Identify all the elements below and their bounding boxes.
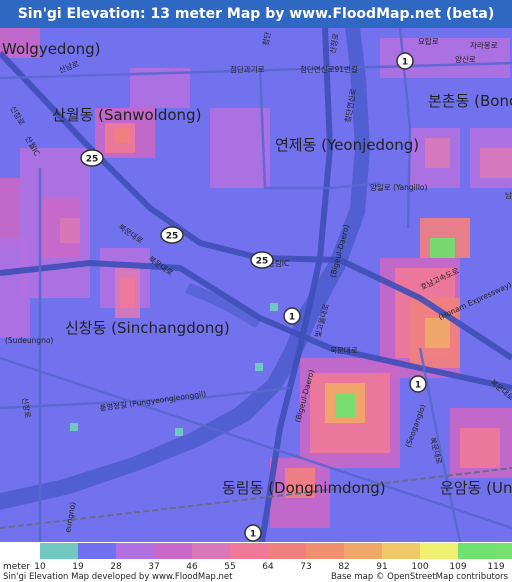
legend-tick: 55 bbox=[224, 562, 236, 572]
low-elevation-cell bbox=[70, 423, 78, 431]
road-label-namro: 남로 bbox=[505, 191, 512, 200]
elevation-patch bbox=[120, 278, 135, 308]
low-elevation-cell bbox=[255, 363, 263, 371]
legend-tick: 100 bbox=[411, 562, 429, 572]
elevation-map[interactable]: Wolgyedong) 산월동 (Sanwoldong) 연제동 (Yeonjedo… bbox=[0, 28, 512, 542]
elevation-patch bbox=[430, 238, 455, 258]
route-25-sanwol-number: 25 bbox=[86, 155, 99, 165]
place-label-unamdong: 운암동 (Una bbox=[440, 479, 512, 497]
legend-swatch bbox=[306, 543, 344, 559]
route-1-east-number: 1 bbox=[415, 381, 421, 391]
legend-tick: 19 bbox=[72, 562, 84, 572]
road-label-sudeungno: (Sudeungno) bbox=[5, 336, 53, 345]
legend-tick: 64 bbox=[262, 562, 274, 572]
map-canvas[interactable]: Wolgyedong) 산월동 (Sanwoldong) 연제동 (Yeonjedo… bbox=[0, 28, 512, 542]
elevation-patch bbox=[115, 128, 130, 143]
legend-swatch bbox=[382, 543, 420, 559]
elevation-patch bbox=[425, 138, 450, 168]
place-label-dongnimdong: 동림동 (Dongnimdong) bbox=[222, 479, 386, 497]
legend-swatch bbox=[420, 543, 458, 559]
legend-swatch bbox=[192, 543, 230, 559]
road-label-cheomdanyeonsinro91: 첨단연신로91번길 bbox=[300, 64, 358, 74]
legend-tick: 109 bbox=[449, 562, 467, 572]
legend-swatch bbox=[230, 543, 268, 559]
road-label-yangilro: 양일로 (Yangillo) bbox=[370, 183, 428, 192]
legend-unit: meter bbox=[3, 562, 31, 572]
road-label-jaseokro: 자라봉로 bbox=[470, 41, 498, 50]
road-label-yangsanro: 양산로 bbox=[455, 54, 476, 64]
road-label-bukmunro3: 북문대로 bbox=[330, 346, 358, 355]
map-credit[interactable]: Sin'gi Elevation Map developed by www.Fl… bbox=[3, 572, 232, 582]
legend-swatch bbox=[154, 543, 192, 559]
legend-tick: 119 bbox=[487, 562, 505, 572]
legend-tick: 82 bbox=[338, 562, 350, 572]
elevation-patch bbox=[425, 318, 450, 348]
legend-swatch bbox=[78, 543, 116, 559]
elevation-patch bbox=[60, 218, 80, 243]
place-label-bonchondong: 본촌동 (Boncho bbox=[428, 92, 512, 110]
legend-swatch bbox=[458, 543, 496, 559]
legend-swatch bbox=[344, 543, 382, 559]
elevation-patch bbox=[480, 148, 512, 178]
map-title: Sin'gi Elevation: 13 meter Map by www.Fl… bbox=[0, 0, 512, 28]
place-label-wolgyedong: Wolgyedong) bbox=[2, 40, 101, 58]
place-label-sinchangdong: 신창동 (Sinchangdong) bbox=[65, 319, 230, 337]
route-1-bonchon-number: 1 bbox=[402, 58, 408, 68]
legend-tick: 91 bbox=[376, 562, 388, 572]
low-elevation-cell bbox=[175, 428, 183, 436]
elevation-patch bbox=[335, 393, 355, 418]
legend-swatch bbox=[268, 543, 306, 559]
legend-tick: 73 bbox=[300, 562, 312, 572]
legend-tick: 46 bbox=[186, 562, 198, 572]
legend-swatch bbox=[496, 543, 512, 559]
legend-swatch bbox=[40, 543, 78, 559]
legend-tick: 28 bbox=[110, 562, 122, 572]
legend-tick: 10 bbox=[34, 562, 46, 572]
place-label-yeonjedong: 연제동 (Yeonjedong) bbox=[275, 136, 419, 154]
route-1-south-number: 1 bbox=[250, 530, 256, 540]
low-elevation-cell bbox=[270, 303, 278, 311]
elevation-patch bbox=[460, 428, 500, 468]
road-label-yotgollo: 요탑로 bbox=[418, 37, 439, 46]
route-1-center-number: 1 bbox=[289, 313, 295, 323]
legend: meter 10 19 28 37 46 55 64 73 82 91 100 109 119 Sin'… bbox=[0, 542, 512, 582]
road-label-cheomdangwagiro: 첨단과기로 bbox=[230, 64, 265, 74]
legend-swatch bbox=[116, 543, 154, 559]
route-25-dongrim-number: 25 bbox=[256, 257, 269, 267]
place-label-sanwoldong: 산월동 (Sanwoldong) bbox=[52, 106, 201, 124]
legend-tick: 37 bbox=[148, 562, 160, 572]
basemap-credit[interactable]: Base map © OpenStreetMap contributors bbox=[331, 572, 508, 582]
elevation-patch bbox=[0, 178, 20, 248]
route-25-center-number: 25 bbox=[166, 232, 179, 242]
elevation-patch bbox=[0, 238, 30, 338]
